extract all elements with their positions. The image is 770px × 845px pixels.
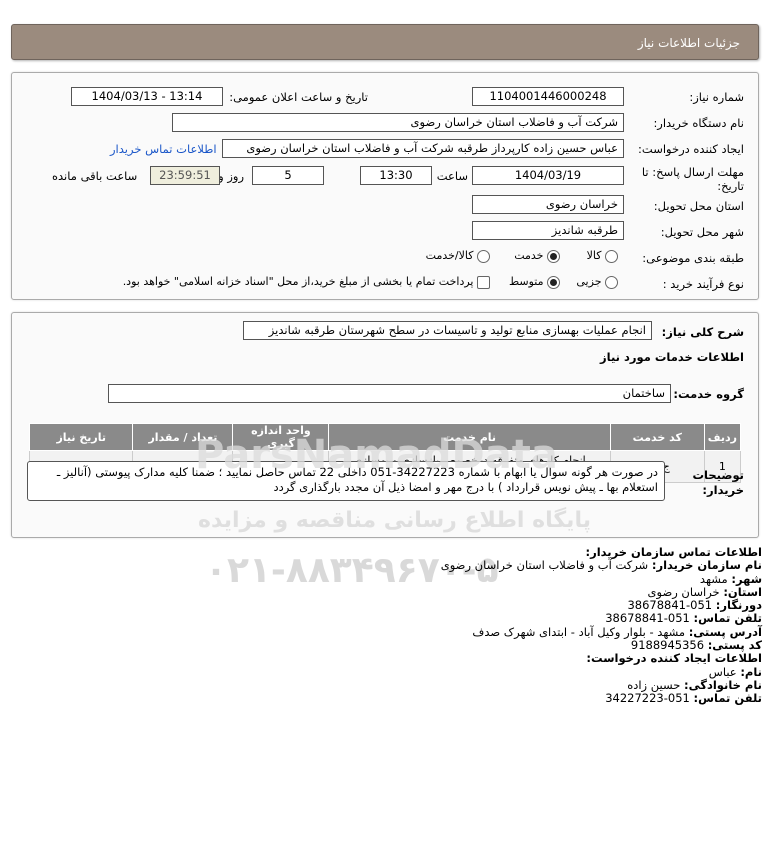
need-number-label: شماره نیاز: bbox=[689, 90, 744, 104]
summary-label: شرح کلی نیاز: bbox=[661, 325, 744, 339]
org-fax-label: دورنگار: bbox=[715, 598, 762, 613]
creator-phone-value: 051-34227223 bbox=[605, 691, 690, 706]
col-row-number: ردیف bbox=[703, 423, 742, 451]
process-medium-label: متوسط bbox=[508, 275, 544, 288]
table-header-row: ردیف کد خدمت نام خدمت واحد اندازه گیری ت… bbox=[28, 423, 742, 451]
col-unit: واحد اندازه گیری bbox=[232, 423, 330, 451]
buyer-field: شرکت آب و فاضلاب استان خراسان رضوی bbox=[172, 113, 624, 132]
contact-section: اطلاعات تماس سازمان خریدار: نام سازمان خ… bbox=[22, 545, 762, 706]
summary-field: انجام عملیات بهسازی منابع تولید و تاسیسا… bbox=[243, 321, 652, 340]
org-province-label: استان: bbox=[723, 584, 762, 599]
col-need-date: تاریخ نیاز bbox=[28, 423, 134, 451]
creator-last-name-value: حسین زاده bbox=[627, 677, 681, 692]
service-group-field: ساختمان bbox=[108, 384, 671, 403]
col-service-name: نام خدمت bbox=[328, 423, 611, 451]
org-contact-heading: اطلاعات تماس سازمان خریدار: bbox=[585, 545, 762, 559]
org-name-label: نام سازمان خریدار: bbox=[651, 558, 762, 573]
announce-label: تاریخ و ساعت اعلان عمومی: bbox=[229, 90, 368, 104]
creator-first-name-value: عباس bbox=[708, 664, 737, 679]
category-service-label: خدمت bbox=[514, 249, 544, 262]
service-group-label: گروه خدمت: bbox=[673, 387, 744, 401]
process-option-medium[interactable]: متوسط bbox=[509, 275, 560, 289]
payment-option[interactable]: پرداخت تمام یا بخشی از مبلغ خرید،از محل … bbox=[123, 275, 490, 289]
org-name-value: شرکت آب و فاضلاب استان خراسان رضوی bbox=[440, 558, 649, 573]
province-label: استان محل تحویل: bbox=[653, 199, 744, 213]
category-option-goods[interactable]: کالا bbox=[587, 249, 618, 263]
category-goods-radio[interactable] bbox=[605, 249, 618, 263]
category-both-radio[interactable] bbox=[477, 249, 490, 263]
category-option-service[interactable]: خدمت bbox=[514, 249, 560, 263]
announce-field: 1404/03/13 - 13:14 bbox=[71, 87, 223, 106]
province-field: خراسان رضوی bbox=[472, 195, 624, 214]
category-label: طبقه بندی موضوعی: bbox=[642, 251, 744, 265]
remaining-timer: 23:59:51 bbox=[150, 166, 220, 185]
org-postal-value: 9188945356 bbox=[630, 638, 705, 653]
deadline-label-2: تاریخ: bbox=[717, 179, 744, 193]
org-phone-label: تلفن تماس: bbox=[693, 611, 762, 626]
org-phone-value: 051-38678841 bbox=[605, 611, 690, 626]
creator-field: عباس حسین زاده کارپرداز طرقبه شرکت آب و … bbox=[222, 139, 624, 158]
process-minor-radio[interactable] bbox=[605, 275, 618, 289]
payment-text: پرداخت تمام یا بخشی از مبلغ خرید،از محل … bbox=[122, 275, 474, 288]
services-heading: اطلاعات خدمات مورد نیاز bbox=[600, 350, 744, 364]
org-city-label: شهر: bbox=[731, 571, 762, 586]
creator-label: ایجاد کننده درخواست: bbox=[638, 142, 744, 156]
category-goods-label: کالا bbox=[586, 249, 602, 262]
process-minor-label: جزیی bbox=[576, 275, 602, 288]
category-option-both[interactable]: کالا/خدمت bbox=[426, 249, 490, 263]
days-label: روز و bbox=[218, 169, 244, 183]
city-field: طرقبه شاندیز bbox=[472, 221, 624, 240]
org-province-value: خراسان رضوی bbox=[647, 584, 720, 599]
category-service-radio[interactable] bbox=[547, 249, 560, 263]
city-label: شهر محل تحویل: bbox=[660, 225, 744, 239]
buyer-notes-field: در صورت هر گونه سوال یا ابهام با شماره 3… bbox=[27, 461, 665, 501]
buyer-notes-label: توضیحات bbox=[692, 468, 745, 482]
page-title: جزئیات اطلاعات نیاز bbox=[11, 24, 759, 60]
process-medium-radio[interactable] bbox=[547, 275, 560, 289]
buyer-contact-link[interactable]: اطلاعات تماس خریدار bbox=[110, 142, 217, 156]
creator-phone-label: تلفن تماس: bbox=[693, 691, 762, 706]
buyer-label: نام دستگاه خریدار: bbox=[653, 116, 744, 130]
org-postal-label: کد پستی: bbox=[707, 638, 762, 653]
category-both-label: کالا/خدمت bbox=[425, 249, 474, 262]
creator-last-name-label: نام خانوادگی: bbox=[684, 677, 762, 692]
buyer-notes-label-2: خریدار: bbox=[702, 483, 744, 497]
creator-contact-heading: اطلاعات ایجاد کننده درخواست: bbox=[586, 651, 762, 666]
deadline-time-field: 13:30 bbox=[360, 166, 432, 185]
services-panel: شرح کلی نیاز: انجام عملیات بهسازی منابع … bbox=[11, 312, 759, 538]
org-city-value: مشهد bbox=[699, 571, 728, 586]
process-label: نوع فرآیند خرید : bbox=[662, 277, 744, 291]
need-number-field: 1104001446000248 bbox=[472, 87, 624, 106]
creator-first-name-label: نام: bbox=[740, 664, 762, 679]
need-info-panel: شماره نیاز: 1104001446000248 تاریخ و ساع… bbox=[11, 72, 759, 300]
org-address-label: آدرس پستی: bbox=[688, 624, 762, 639]
deadline-date-field: 1404/03/19 bbox=[472, 166, 624, 185]
col-service-code: کد خدمت bbox=[609, 423, 705, 451]
col-quantity: تعداد / مقدار bbox=[132, 423, 234, 451]
org-address-value: مشهد - بلوار وکیل آباد - ابتدای شهرک صدف bbox=[472, 624, 686, 639]
org-fax-value: 051-38678841 bbox=[627, 598, 713, 613]
payment-checkbox[interactable] bbox=[477, 275, 490, 289]
deadline-time-label: ساعت bbox=[436, 169, 468, 183]
days-field: 5 bbox=[252, 166, 324, 185]
process-option-minor[interactable]: جزیی bbox=[576, 275, 618, 289]
deadline-label: مهلت ارسال پاسخ: تا bbox=[641, 165, 744, 179]
remaining-label: ساعت باقی مانده bbox=[52, 169, 138, 183]
